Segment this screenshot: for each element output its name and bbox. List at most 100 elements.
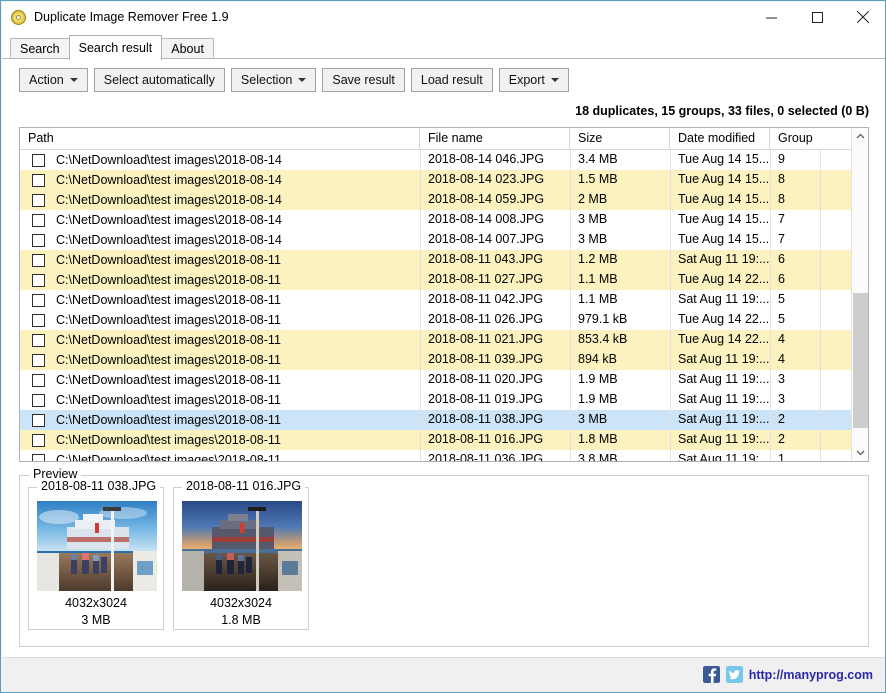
facebook-icon[interactable] bbox=[702, 666, 720, 683]
save-result-button[interactable]: Save result bbox=[322, 68, 405, 92]
table-row[interactable]: C:\NetDownload\test images\2018-08-14 201… bbox=[20, 150, 868, 170]
table-body: C:\NetDownload\test images\2018-08-14 201… bbox=[20, 150, 868, 461]
table-row[interactable]: C:\NetDownload\test images\2018-08-11 201… bbox=[20, 410, 868, 430]
scrollbar-thumb[interactable] bbox=[853, 293, 868, 428]
cell-date-modified: Sat Aug 11 19:... bbox=[678, 252, 770, 266]
scroll-down-icon[interactable] bbox=[852, 444, 868, 461]
cell-date-modified: Tue Aug 14 15... bbox=[678, 212, 770, 226]
select-automatically-label: Select automatically bbox=[103, 73, 215, 87]
search-result-page: Action Select automatically Selection Sa… bbox=[2, 58, 885, 658]
cell-file-name: 2018-08-14 046.JPG bbox=[428, 152, 545, 166]
row-checkbox[interactable] bbox=[32, 293, 45, 307]
preview-size: 1.8 MB bbox=[221, 613, 261, 627]
cell-group: 6 bbox=[778, 252, 785, 266]
table-row[interactable]: C:\NetDownload\test images\2018-08-14 201… bbox=[20, 210, 868, 230]
row-checkbox[interactable] bbox=[32, 433, 45, 447]
cell-path: C:\NetDownload\test images\2018-08-11 bbox=[20, 390, 420, 410]
path-text: C:\NetDownload\test images\2018-08-11 bbox=[56, 352, 281, 367]
row-checkbox[interactable] bbox=[32, 373, 45, 387]
tab-search-result[interactable]: Search result bbox=[68, 35, 163, 60]
preview-item[interactable]: 2018-08-11 016.JPG 4032x3024 1.8 MB bbox=[173, 479, 309, 630]
column-header-path[interactable]: Path bbox=[20, 128, 420, 149]
table-row[interactable]: C:\NetDownload\test images\2018-08-11 201… bbox=[20, 250, 868, 270]
table-row[interactable]: C:\NetDownload\test images\2018-08-14 201… bbox=[20, 190, 868, 210]
row-checkbox[interactable] bbox=[32, 313, 45, 327]
preview-thumbnails: 2018-08-11 038.JPG 4032x3024 3 MB 2018-0… bbox=[28, 479, 309, 630]
cell-file-name: 2018-08-11 039.JPG bbox=[428, 352, 544, 366]
row-checkbox[interactable] bbox=[32, 153, 45, 167]
row-checkbox[interactable] bbox=[32, 253, 45, 267]
preview-meta: 4032x3024 3 MB bbox=[29, 595, 163, 629]
row-checkbox[interactable] bbox=[32, 193, 45, 207]
path-text: C:\NetDownload\test images\2018-08-14 bbox=[56, 212, 282, 227]
path-text: C:\NetDownload\test images\2018-08-11 bbox=[56, 272, 281, 287]
cell-size: 1.5 MB bbox=[578, 172, 618, 186]
select-automatically-button[interactable]: Select automatically bbox=[93, 68, 225, 92]
path-text: C:\NetDownload\test images\2018-08-11 bbox=[56, 392, 281, 407]
cell-size: 3.8 MB bbox=[578, 452, 618, 461]
column-header-group[interactable]: Group bbox=[770, 128, 820, 149]
table-row[interactable]: C:\NetDownload\test images\2018-08-11 201… bbox=[20, 330, 868, 350]
table-row[interactable]: C:\NetDownload\test images\2018-08-11 201… bbox=[20, 430, 868, 450]
row-checkbox[interactable] bbox=[32, 213, 45, 227]
row-checkbox[interactable] bbox=[32, 353, 45, 367]
row-checkbox[interactable] bbox=[32, 393, 45, 407]
cell-date-modified: Sat Aug 11 19:... bbox=[678, 352, 770, 366]
cell-group: 6 bbox=[778, 272, 785, 286]
selection-button[interactable]: Selection bbox=[230, 68, 317, 92]
cell-date-modified: Sat Aug 11 19:... bbox=[678, 432, 770, 446]
export-button[interactable]: Export bbox=[498, 68, 569, 92]
cell-file-name: 2018-08-11 020.JPG bbox=[428, 372, 544, 386]
cell-path: C:\NetDownload\test images\2018-08-11 bbox=[20, 250, 420, 270]
load-result-button[interactable]: Load result bbox=[410, 68, 493, 92]
window-controls bbox=[748, 2, 885, 32]
cell-file-name: 2018-08-11 021.JPG bbox=[428, 332, 544, 346]
minimize-icon[interactable] bbox=[748, 2, 794, 32]
cell-group: 8 bbox=[778, 192, 785, 206]
table-row[interactable]: C:\NetDownload\test images\2018-08-11 201… bbox=[20, 390, 868, 410]
table-row[interactable]: C:\NetDownload\test images\2018-08-14 201… bbox=[20, 230, 868, 250]
cell-group: 9 bbox=[778, 152, 785, 166]
table-row[interactable]: C:\NetDownload\test images\2018-08-11 201… bbox=[20, 290, 868, 310]
load-result-label: Load result bbox=[420, 73, 483, 87]
tab-about[interactable]: About bbox=[161, 38, 214, 60]
cell-path: C:\NetDownload\test images\2018-08-11 bbox=[20, 350, 420, 370]
row-checkbox[interactable] bbox=[32, 273, 45, 287]
cell-size: 853.4 kB bbox=[578, 332, 628, 346]
website-link[interactable]: http://manyprog.com bbox=[749, 668, 873, 682]
maximize-icon[interactable] bbox=[794, 2, 840, 32]
cell-size: 1.9 MB bbox=[578, 392, 618, 406]
row-checkbox[interactable] bbox=[32, 453, 45, 461]
preview-item[interactable]: 2018-08-11 038.JPG 4032x3024 3 MB bbox=[28, 479, 164, 630]
table-header: Path File name Size Date modified Group bbox=[20, 128, 868, 150]
cell-size: 3 MB bbox=[578, 212, 608, 226]
row-checkbox[interactable] bbox=[32, 333, 45, 347]
preview-title: 2018-08-11 016.JPG bbox=[182, 479, 306, 493]
preview-panel: Preview 2018-08-11 038.JPG 4032x3024 3 M… bbox=[19, 467, 869, 647]
column-header-size[interactable]: Size bbox=[570, 128, 670, 149]
window-title: Duplicate Image Remover Free 1.9 bbox=[34, 10, 229, 24]
row-checkbox[interactable] bbox=[32, 233, 45, 247]
table-row[interactable]: C:\NetDownload\test images\2018-08-14 201… bbox=[20, 170, 868, 190]
tab-search[interactable]: Search bbox=[10, 38, 70, 60]
table-row[interactable]: C:\NetDownload\test images\2018-08-11 201… bbox=[20, 310, 868, 330]
column-header-file-name[interactable]: File name bbox=[420, 128, 570, 149]
close-icon[interactable] bbox=[840, 2, 885, 32]
cell-date-modified: Sat Aug 11 19:... bbox=[678, 372, 770, 386]
row-checkbox[interactable] bbox=[32, 173, 45, 187]
action-button[interactable]: Action bbox=[19, 68, 88, 92]
table-row[interactable]: C:\NetDownload\test images\2018-08-11 201… bbox=[20, 350, 868, 370]
table-row[interactable]: C:\NetDownload\test images\2018-08-11 201… bbox=[20, 370, 868, 390]
scroll-up-icon[interactable] bbox=[852, 128, 868, 145]
cell-file-name: 2018-08-11 042.JPG bbox=[428, 292, 544, 306]
vertical-scrollbar[interactable] bbox=[851, 128, 868, 461]
cell-file-name: 2018-08-11 016.JPG bbox=[428, 432, 544, 446]
table-row[interactable]: C:\NetDownload\test images\2018-08-11 201… bbox=[20, 450, 868, 461]
twitter-icon[interactable] bbox=[725, 666, 743, 683]
cell-file-name: 2018-08-14 059.JPG bbox=[428, 192, 545, 206]
table-row[interactable]: C:\NetDownload\test images\2018-08-11 201… bbox=[20, 270, 868, 290]
cell-date-modified: Sat Aug 11 19:... bbox=[678, 292, 770, 306]
row-checkbox[interactable] bbox=[32, 413, 45, 427]
column-header-date-modified[interactable]: Date modified bbox=[670, 128, 770, 149]
preview-meta: 4032x3024 1.8 MB bbox=[174, 595, 308, 629]
